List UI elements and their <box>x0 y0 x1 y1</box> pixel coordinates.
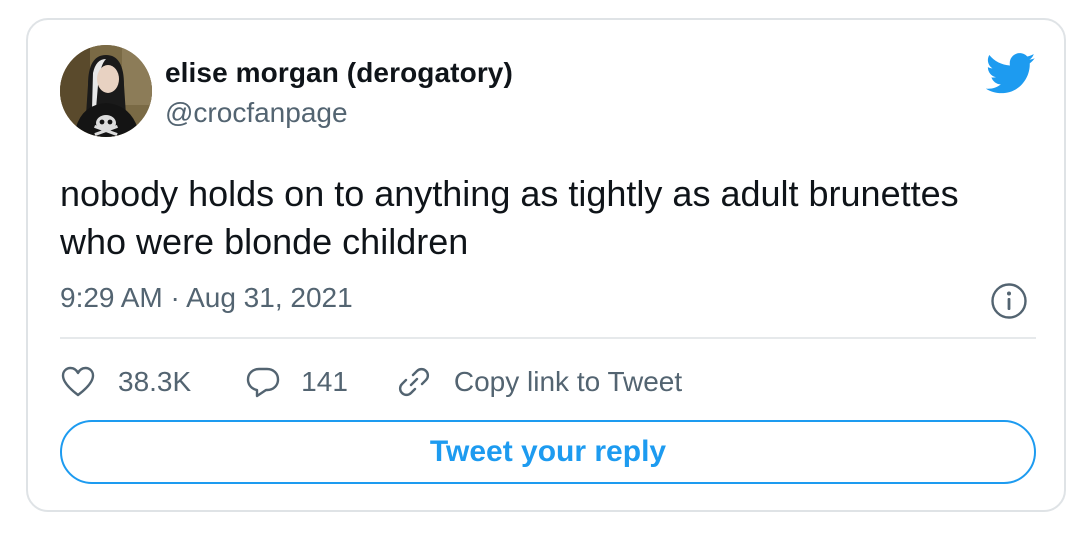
tweet-text: nobody holds on to anything as tightly a… <box>60 173 959 262</box>
reply-button[interactable]: 141 <box>245 364 348 400</box>
reply-count: 141 <box>301 366 348 397</box>
tweet-actions: 38.3K 141 Copy link to Tweet <box>60 360 682 404</box>
divider <box>60 337 1036 339</box>
avatar-image <box>60 45 152 137</box>
heart-icon <box>61 366 95 397</box>
like-button[interactable]: 38.3K <box>60 364 191 400</box>
avatar[interactable] <box>60 45 152 137</box>
copy-link-button[interactable]: Copy link to Tweet <box>396 364 682 400</box>
like-count: 38.3K <box>118 366 192 397</box>
twitter-bird-icon[interactable] <box>986 53 1036 95</box>
copy-link-label: Copy link to Tweet <box>453 366 683 397</box>
tweet-card: elise morgan (derogatory) @crocfanpage n… <box>26 18 1066 512</box>
reply-bubble-icon <box>246 367 280 398</box>
author-display-name[interactable]: elise morgan (derogatory) <box>165 57 513 89</box>
link-icon <box>398 367 429 397</box>
tweet-timestamp[interactable]: 9:29 AM · Aug 31, 2021 <box>60 282 353 314</box>
tweet-reply-button[interactable]: Tweet your reply <box>60 420 1036 484</box>
author-handle[interactable]: @crocfanpage <box>165 97 348 129</box>
info-icon[interactable] <box>990 282 1028 320</box>
